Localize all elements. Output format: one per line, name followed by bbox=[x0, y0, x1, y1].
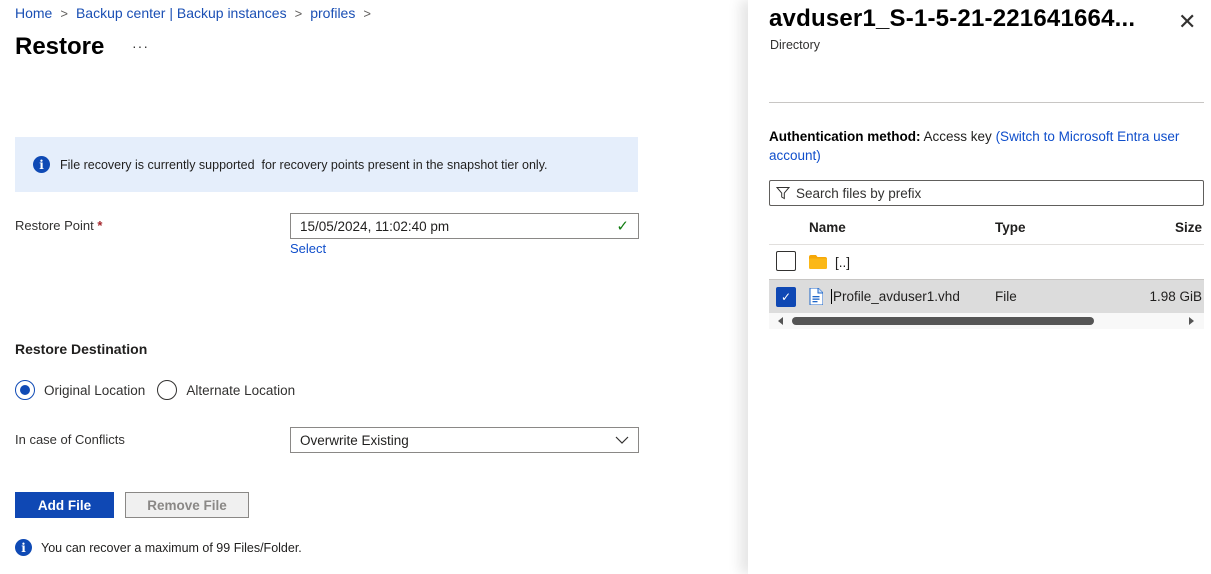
required-marker: * bbox=[97, 218, 103, 233]
column-header-type[interactable]: Type bbox=[995, 220, 1095, 235]
restore-page: Home > Backup center | Backup instances … bbox=[0, 0, 748, 574]
restore-point-label-text: Restore Point bbox=[15, 218, 94, 233]
restore-destination-radio-group: Original Location Alternate Location bbox=[15, 380, 307, 400]
horizontal-scrollbar[interactable] bbox=[769, 313, 1204, 329]
conflicts-value: Overwrite Existing bbox=[300, 432, 409, 448]
row-name: Profile_avduser1.vhd bbox=[831, 289, 960, 304]
row-checkbox[interactable] bbox=[776, 250, 796, 271]
scroll-left-arrow-icon[interactable] bbox=[778, 317, 783, 325]
info-banner-text: File recovery is currently supported for… bbox=[60, 157, 548, 172]
add-file-button[interactable]: Add File bbox=[15, 492, 114, 518]
search-files-input[interactable]: Search files by prefix bbox=[769, 180, 1204, 206]
conflicts-label: In case of Conflicts bbox=[15, 432, 125, 447]
radio-label: Original Location bbox=[44, 382, 146, 398]
column-header-name[interactable]: Name bbox=[809, 220, 995, 235]
info-banner: i File recovery is currently supported f… bbox=[15, 137, 638, 192]
breadcrumb-profiles[interactable]: profiles bbox=[310, 5, 355, 21]
files-table: Name Type Size [..] ✓ Profile_avduser1.v… bbox=[769, 211, 1204, 329]
auth-value: Access key bbox=[923, 129, 992, 144]
info-icon: i bbox=[33, 156, 50, 173]
chevron-down-icon bbox=[615, 436, 629, 444]
more-options-button[interactable]: ··· bbox=[132, 38, 149, 54]
panel-title: avduser1_S-1-5-21-221641664... bbox=[769, 5, 1136, 32]
row-name: [..] bbox=[835, 254, 851, 270]
max-files-note: i You can recover a maximum of 99 Files/… bbox=[15, 539, 302, 556]
select-restore-point-link[interactable]: Select bbox=[290, 241, 326, 256]
restore-point-field[interactable]: 15/05/2024, 11:02:40 pm ✓ bbox=[290, 213, 639, 239]
breadcrumb-home[interactable]: Home bbox=[15, 5, 52, 21]
folder-icon bbox=[809, 255, 827, 269]
breadcrumb-backup-center[interactable]: Backup center | Backup instances bbox=[76, 5, 287, 21]
file-icon bbox=[809, 288, 823, 305]
column-header-size[interactable]: Size bbox=[1095, 220, 1204, 235]
scrollbar-thumb[interactable] bbox=[792, 317, 1094, 325]
remove-file-button[interactable]: Remove File bbox=[125, 492, 249, 518]
info-icon: i bbox=[15, 539, 32, 556]
scroll-right-arrow-icon[interactable] bbox=[1189, 317, 1194, 325]
table-header: Name Type Size bbox=[769, 211, 1204, 245]
authentication-method: Authentication method: Access key (Switc… bbox=[769, 127, 1209, 165]
radio-original-location[interactable]: Original Location bbox=[15, 380, 145, 400]
close-icon[interactable]: ✕ bbox=[1178, 9, 1196, 35]
row-checkbox-checked[interactable]: ✓ bbox=[776, 286, 796, 307]
page-title: Restore bbox=[15, 33, 105, 60]
row-size: 1.98 GiB bbox=[1149, 289, 1202, 304]
chevron-right-icon: > bbox=[363, 5, 371, 21]
table-row[interactable]: ✓ Profile_avduser1.vhd File 1.98 GiB bbox=[769, 279, 1204, 313]
directory-panel: avduser1_S-1-5-21-221641664... ✕ Directo… bbox=[748, 0, 1211, 574]
max-files-note-text: You can recover a maximum of 99 Files/Fo… bbox=[41, 540, 302, 555]
filter-icon bbox=[776, 187, 790, 200]
panel-subtitle: Directory bbox=[770, 38, 821, 52]
radio-unchecked-icon[interactable] bbox=[157, 380, 178, 400]
checkmark-icon: ✓ bbox=[616, 218, 629, 235]
search-placeholder: Search files by prefix bbox=[796, 185, 922, 201]
radio-alternate-location[interactable]: Alternate Location bbox=[157, 380, 295, 400]
chevron-right-icon: > bbox=[294, 5, 303, 21]
restore-point-label: Restore Point * bbox=[15, 218, 102, 233]
auth-label: Authentication method: bbox=[769, 129, 921, 144]
divider bbox=[769, 102, 1204, 103]
row-type: File bbox=[995, 289, 1017, 304]
radio-checked-icon[interactable] bbox=[15, 380, 35, 400]
breadcrumb: Home > Backup center | Backup instances … bbox=[15, 5, 379, 21]
restore-point-value: 15/05/2024, 11:02:40 pm bbox=[300, 218, 450, 234]
chevron-right-icon: > bbox=[60, 5, 68, 21]
table-row[interactable]: [..] bbox=[769, 245, 1204, 279]
radio-label: Alternate Location bbox=[186, 382, 296, 398]
restore-destination-title: Restore Destination bbox=[15, 341, 148, 357]
conflicts-dropdown[interactable]: Overwrite Existing bbox=[290, 427, 639, 453]
